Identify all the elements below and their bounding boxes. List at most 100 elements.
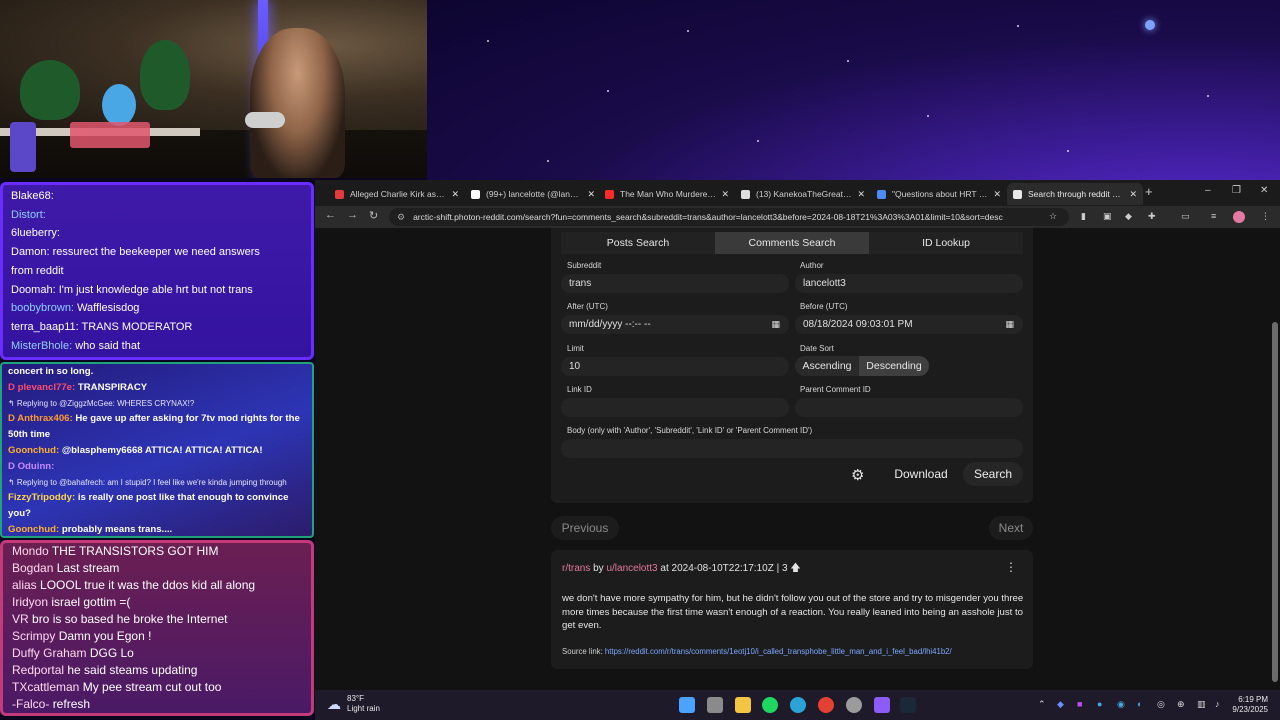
tab-id-lookup[interactable]: ID Lookup xyxy=(869,232,1023,254)
tray-app-icon[interactable]: ⊕ xyxy=(1177,699,1185,710)
next-page-button[interactable]: Next xyxy=(989,516,1033,540)
back-button[interactable]: ← xyxy=(325,209,336,221)
tab-close-icon[interactable]: ✕ xyxy=(587,189,595,200)
extension-icon[interactable]: ◆ xyxy=(1125,211,1132,222)
maximize-button[interactable]: ❐ xyxy=(1232,185,1241,196)
search-button[interactable]: Search xyxy=(963,462,1023,486)
tray-app-icon[interactable]: ■ xyxy=(1077,699,1082,709)
source-link[interactable]: https://reddit.com/r/trans/comments/1eot… xyxy=(605,647,952,656)
chat-username[interactable]: 6lueberry: xyxy=(11,227,60,239)
chat-username[interactable]: D Anthrax406: xyxy=(8,413,73,424)
chat-username[interactable]: D Oduinn: xyxy=(8,461,54,472)
chat-username[interactable]: MisterBhole: xyxy=(11,340,72,352)
tray-app-icon[interactable]: ◎ xyxy=(1157,699,1165,710)
minimize-button[interactable]: – xyxy=(1205,185,1211,196)
result-subreddit-link[interactable]: r/trans xyxy=(562,563,590,574)
tab-comments-search[interactable]: Comments Search xyxy=(715,232,869,254)
author-input[interactable]: lancelott3 xyxy=(795,274,1023,293)
tray-app-icon[interactable]: ◉ xyxy=(1117,699,1125,710)
chat-username[interactable]: Bogdan xyxy=(12,561,53,575)
parent-comment-id-input[interactable] xyxy=(795,398,1023,417)
scrollbar-thumb[interactable] xyxy=(1272,322,1278,682)
extension-icon[interactable]: ▣ xyxy=(1103,211,1112,222)
spotify-icon[interactable] xyxy=(762,697,778,713)
settings-gear-icon[interactable]: ⚙ xyxy=(851,466,864,484)
bookmark-star-icon[interactable]: ☆ xyxy=(1049,211,1057,222)
after-date-input[interactable]: mm/dd/yyyy --:-- -- ▦ xyxy=(561,315,789,334)
obs-icon[interactable] xyxy=(846,697,862,713)
address-bar[interactable]: ⚙ arctic-shift.photon-reddit.com/search?… xyxy=(389,208,1069,226)
limit-input[interactable]: 10 xyxy=(561,357,789,376)
browser-tab[interactable]: Search through reddit data ✕ xyxy=(1007,183,1143,205)
tab-posts-search[interactable]: Posts Search xyxy=(561,232,715,254)
start-windows-icon[interactable] xyxy=(679,697,695,713)
before-date-input[interactable]: 08/18/2024 09:03:01 PM ▦ xyxy=(795,315,1023,334)
link-id-input[interactable] xyxy=(561,398,789,417)
sidepanel-icon[interactable]: ▭ xyxy=(1181,211,1190,222)
site-info-icon[interactable]: ⚙ xyxy=(397,212,405,223)
browser-tab[interactable]: Alleged Charlie Kirk assassin ✕ xyxy=(329,183,465,205)
chat-username[interactable]: Goonchud: xyxy=(8,445,59,456)
tab-close-icon[interactable]: ✕ xyxy=(721,189,729,200)
chat-username[interactable]: TXcattleman xyxy=(12,680,79,694)
calendar-icon[interactable]: ▦ xyxy=(1005,319,1014,330)
tab-close-icon[interactable]: ✕ xyxy=(451,189,459,200)
volume-icon[interactable]: ♪ xyxy=(1215,699,1220,709)
result-menu-icon[interactable]: ⋮ xyxy=(1005,560,1017,574)
steam-icon[interactable] xyxy=(900,697,916,713)
chat-username[interactable]: Damon: xyxy=(11,246,50,258)
network-icon[interactable]: ▥ xyxy=(1197,699,1206,710)
browser-tab[interactable]: (99+) lancelotte (@lancelott) ✕ xyxy=(465,183,601,205)
previous-page-button[interactable]: Previous xyxy=(551,516,619,540)
forward-button[interactable]: → xyxy=(347,209,358,221)
chat-username[interactable]: terra_baap11: xyxy=(11,321,79,333)
browser-tab[interactable]: The Man Who Murdered C ✕ xyxy=(599,183,735,205)
subreddit-input[interactable]: trans xyxy=(561,274,789,293)
tab-close-icon[interactable]: ✕ xyxy=(1129,189,1137,200)
app-icon[interactable] xyxy=(874,697,890,713)
chat-username[interactable]: VR xyxy=(12,612,29,626)
body-input[interactable] xyxy=(561,439,1023,458)
chat-username[interactable]: Blake68: xyxy=(11,190,54,202)
tray-app-icon[interactable]: ◆ xyxy=(1057,699,1064,710)
browser-tab[interactable]: "Questions about HRT for g ✕ xyxy=(871,183,1007,205)
close-window-button[interactable]: ✕ xyxy=(1260,185,1268,196)
chat-username[interactable]: boobybrown: xyxy=(11,302,74,314)
weather-widget[interactable]: ☁ 83°F Light rain xyxy=(327,694,380,714)
tab-close-icon[interactable]: ✕ xyxy=(857,189,865,200)
sort-ascending-button[interactable]: Ascending xyxy=(795,356,859,376)
tray-chevron-icon[interactable]: ⌃ xyxy=(1038,699,1046,710)
tab-close-icon[interactable]: ✕ xyxy=(993,189,1001,200)
download-button[interactable]: Download xyxy=(886,462,956,486)
chrome-icon[interactable] xyxy=(818,697,834,713)
edge-icon[interactable] xyxy=(790,697,806,713)
chat-username[interactable]: Redportal xyxy=(12,663,64,677)
browser-tab[interactable]: (13) KanekoaTheGreat on X ✕ xyxy=(735,183,871,205)
chat-username[interactable]: Goonchud: xyxy=(8,524,59,535)
media-icon[interactable]: ≡ xyxy=(1211,211,1216,221)
chat-username[interactable]: alias xyxy=(12,578,37,592)
tray-app-icon[interactable]: ◐ xyxy=(1137,699,1142,709)
new-tab-button[interactable]: + xyxy=(1145,184,1153,199)
file-explorer-icon[interactable] xyxy=(735,697,751,713)
chat-username[interactable]: Mondo xyxy=(12,544,49,558)
clock[interactable]: 6:19 PM 9/23/2025 xyxy=(1232,695,1268,715)
calendar-icon[interactable]: ▦ xyxy=(771,319,780,330)
chat-username[interactable]: D plevancl77e: xyxy=(8,382,75,393)
chat-username[interactable]: FizzyTripoddy: xyxy=(8,492,75,503)
reload-button[interactable]: ↻ xyxy=(369,209,378,222)
chat-username[interactable]: -Falco- xyxy=(12,697,49,711)
task-view-icon[interactable] xyxy=(707,697,723,713)
chat-username[interactable]: Scrimpy xyxy=(12,629,55,643)
chat-username[interactable]: Doomah: xyxy=(11,284,56,296)
scrollbar[interactable] xyxy=(1272,238,1278,682)
chat-username[interactable]: Duffy Graham xyxy=(12,646,86,660)
menu-kebab-icon[interactable]: ⋮ xyxy=(1261,211,1270,222)
result-author-link[interactable]: u/lancelott3 xyxy=(606,563,657,574)
chat-username[interactable]: Distort: xyxy=(11,209,46,221)
extension-icon[interactable]: ▮ xyxy=(1081,211,1086,222)
sort-descending-button[interactable]: Descending xyxy=(859,356,929,376)
chat-username[interactable]: Iridyon xyxy=(12,595,48,609)
tray-app-icon[interactable]: ● xyxy=(1097,699,1102,709)
extensions-puzzle-icon[interactable]: ✚ xyxy=(1148,211,1156,222)
